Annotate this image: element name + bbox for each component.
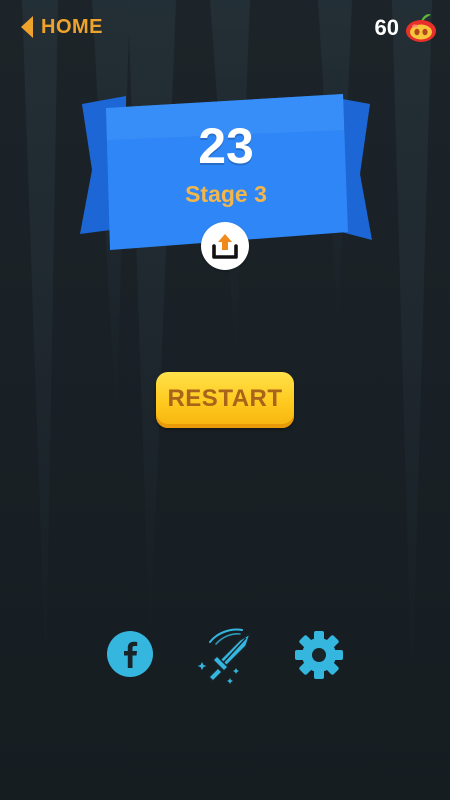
weapons-button[interactable] [196,624,256,684]
share-icon [212,234,238,259]
apple-count: 60 [374,15,399,40]
stage-label: Stage 3 [185,181,267,207]
settings-button[interactable] [294,630,344,680]
gear-icon [295,631,343,679]
score-value: 23 [198,118,254,174]
share-button[interactable] [201,222,249,270]
restart-label: RESTART [167,385,283,412]
facebook-button[interactable] [106,630,154,678]
home-button[interactable]: HOME [20,13,103,41]
sword-icon [197,628,251,684]
chevron-left-icon [21,16,33,38]
home-label: HOME [41,15,103,38]
apple-counter: 60 [375,12,438,44]
restart-button[interactable]: RESTART [156,372,294,428]
facebook-icon [107,631,153,677]
game-over-screen: HOME 60 23 Stage 3 RESTART [0,0,450,800]
apple-icon [406,14,436,42]
